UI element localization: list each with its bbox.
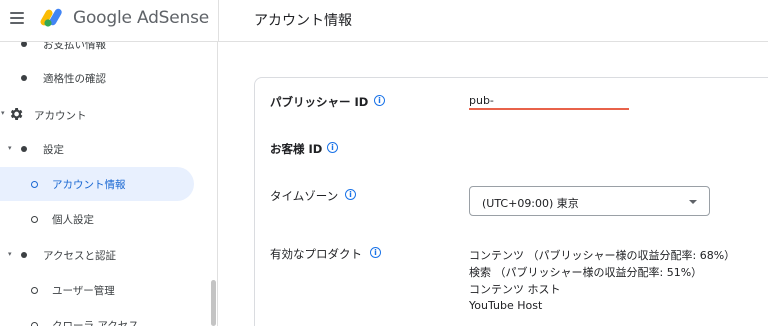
bullet-ring	[31, 181, 38, 188]
sidebar-item-label: お支払い情報	[43, 42, 106, 51]
caret-down-icon: ▾	[8, 250, 12, 258]
product-item: コンテンツ ホスト	[469, 283, 561, 296]
info-icon[interactable]: i	[374, 95, 385, 106]
sidebar-nav: お支払い情報 適格性の確認 ▾ アカウント ▾ 設定 アカウント情報 個人設定 …	[0, 42, 218, 326]
bullet-dot	[21, 75, 27, 81]
publisher-id-label: パブリッシャー ID	[270, 95, 369, 109]
product-item: YouTube Host	[469, 299, 543, 312]
product-item: 検索 （パブリッシャー様の収益分配率: 51%）	[469, 266, 703, 279]
dropdown-arrow-icon	[689, 200, 697, 204]
sidebar-item-label: ユーザー管理	[52, 285, 115, 297]
info-icon[interactable]: i	[370, 247, 381, 258]
bullet-dot	[21, 146, 27, 152]
info-icon[interactable]: i	[345, 189, 356, 200]
sidebar-scrollbar[interactable]	[211, 280, 216, 326]
bullet-dot	[21, 252, 27, 258]
info-icon[interactable]: i	[327, 142, 338, 153]
publisher-id-value: pub-	[469, 94, 494, 107]
sidebar-item-account[interactable]: ▾ アカウント	[0, 97, 210, 131]
sidebar-item-label: アカウント	[34, 110, 87, 122]
products-label: 有効なプロダクト	[270, 247, 362, 261]
product-item: コンテンツ （パブリッシャー様の収益分配率: 68%）	[469, 249, 736, 262]
timezone-label: タイムゾーン	[270, 189, 339, 203]
sidebar-item-user-management[interactable]: ユーザー管理	[0, 273, 210, 307]
sidebar-item-label: アクセスと認証	[43, 250, 116, 262]
sidebar-item-label: 個人設定	[52, 214, 94, 226]
sidebar-item-crawler-access[interactable]: クローラ アクセス	[0, 308, 210, 326]
caret-down-icon: ▾	[1, 109, 5, 117]
sidebar-item-access-auth[interactable]: ▾ アクセスと認証	[0, 238, 210, 272]
caret-down-icon: ▾	[8, 144, 12, 152]
top-app-bar: Google AdSense アカウント情報	[0, 0, 768, 42]
brand-name: Google AdSense	[73, 8, 210, 28]
menu-icon[interactable]	[10, 12, 24, 24]
bullet-dot	[21, 42, 27, 47]
sidebar-item-payments[interactable]: お支払い情報	[0, 42, 210, 61]
timezone-select[interactable]: (UTC+09:00) 東京	[469, 186, 710, 216]
page-title: アカウント情報	[254, 13, 352, 29]
sidebar-item-personal-settings[interactable]: 個人設定	[0, 202, 210, 236]
sidebar-item-label: 設定	[43, 144, 64, 156]
sidebar-item-account-info[interactable]: アカウント情報	[0, 167, 194, 201]
sidebar-item-label: 適格性の確認	[43, 73, 106, 85]
sidebar-item-settings[interactable]: ▾ 設定	[0, 132, 210, 166]
bullet-ring	[31, 322, 38, 326]
bullet-ring	[31, 216, 38, 223]
sidebar-item-label: アカウント情報	[52, 179, 126, 191]
header-divider	[218, 0, 219, 42]
bullet-ring	[31, 287, 38, 294]
timezone-selected-value: (UTC+09:00) 東京	[482, 197, 579, 210]
gear-icon	[10, 108, 23, 120]
customer-id-label: お客様 ID	[270, 142, 323, 156]
sidebar-item-eligibility[interactable]: 適格性の確認	[0, 61, 210, 95]
redaction-underline	[469, 108, 629, 110]
sidebar-item-label: クローラ アクセス	[52, 320, 139, 326]
adsense-logo	[40, 8, 62, 27]
